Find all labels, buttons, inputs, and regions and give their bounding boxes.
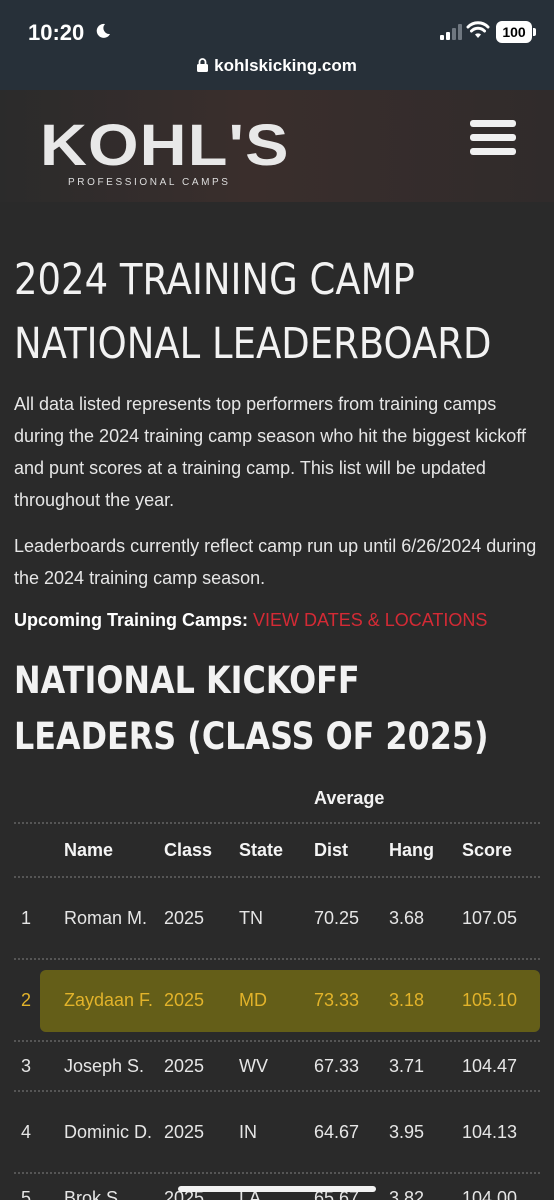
col-dist: Dist (314, 840, 349, 860)
url-bar[interactable]: kohlskicking.com (0, 56, 554, 76)
battery-icon: 100 (496, 21, 536, 43)
name-cell: Dominic D. (64, 1122, 153, 1142)
site-header: KOHL'S PROFESSIONAL CAMPS (0, 90, 554, 202)
status-time: 10:20 (28, 20, 85, 45)
intro-text: All data listed represents top performer… (14, 394, 526, 510)
section-title: NATIONAL KICKOFF LEADERS (CLASS OF 2025) (14, 659, 489, 758)
score-cell: 104.47 (462, 1056, 518, 1076)
hang-cell: 3.71 (389, 1056, 425, 1076)
wifi-icon (466, 21, 490, 38)
logo-subtitle: PROFESSIONAL CAMPS (68, 177, 231, 188)
update-note: Leaderboards currently reflect camp run … (14, 536, 537, 588)
hang-cell: 3.68 (389, 908, 425, 928)
dist-cell: 64.67 (314, 1122, 360, 1142)
class-cell: 2025 (164, 990, 205, 1010)
average-header: Average (314, 788, 385, 808)
score-cell: 104.00 (462, 1188, 518, 1200)
table-row: 1 Roman M. 2025 TN 70.25 3.68 107.05 (14, 878, 540, 960)
col-class: Class (164, 840, 213, 860)
cellular-signal-icon (440, 24, 462, 40)
table-row: 3 Joseph S. 2025 WV 67.33 3.71 104.47 (14, 1042, 540, 1092)
class-cell: 2025 (164, 1122, 205, 1142)
hamburger-menu-icon[interactable] (470, 120, 516, 160)
dist-cell: 73.33 (314, 990, 360, 1010)
view-dates-link[interactable]: VIEW DATES & LOCATIONS (253, 610, 487, 630)
logo[interactable]: KOHL'S (40, 112, 290, 179)
rank-cell: 2 (21, 990, 32, 1010)
state-cell: WV (239, 1056, 268, 1076)
table-row-highlighted: 2 Zaydaan F. 2025 MD 73.33 3.18 105.10 (14, 960, 540, 1042)
hang-cell: 3.82 (389, 1188, 425, 1200)
name-cell: Roman M. (64, 908, 148, 928)
browser-chrome: 10:20 100 kohlskicking.com (0, 0, 554, 90)
score-cell: 107.05 (462, 908, 518, 928)
dist-cell: 70.25 (314, 908, 360, 928)
page-title: 2024 TRAINING CAMP NATIONAL LEADERBOARD (14, 255, 492, 369)
score-cell: 105.10 (462, 990, 518, 1010)
hang-cell: 3.95 (389, 1122, 425, 1142)
col-state: State (239, 840, 284, 860)
state-cell: MD (239, 990, 267, 1010)
main-content: 2024 TRAINING CAMP NATIONAL LEADERBOARD … (14, 202, 540, 765)
score-cell: 104.13 (462, 1122, 518, 1142)
name-cell: Zaydaan F. (64, 990, 154, 1010)
class-cell: 2025 (164, 1056, 205, 1076)
kickoff-leaderboard-table: Average Name Class State Dist Hang Score… (14, 782, 540, 1200)
upcoming-camps: Upcoming Training Camps: VIEW DATES & LO… (14, 610, 540, 631)
rank-cell: 5 (21, 1188, 32, 1200)
state-cell: TN (239, 908, 263, 928)
class-cell: 2025 (164, 908, 205, 928)
table-group-header: Average (14, 782, 540, 824)
col-score: Score (462, 840, 513, 860)
moon-icon (96, 23, 110, 38)
upcoming-label: Upcoming Training Camps: (14, 610, 249, 630)
lock-icon (197, 58, 209, 72)
dist-cell: 67.33 (314, 1056, 360, 1076)
rank-cell: 4 (21, 1122, 32, 1142)
name-cell: Brok S. (64, 1188, 124, 1200)
home-indicator[interactable] (178, 1186, 376, 1192)
hang-cell: 3.18 (389, 990, 425, 1010)
state-cell: IN (239, 1122, 257, 1142)
table-header-row: Name Class State Dist Hang Score (14, 824, 540, 878)
url-text: kohlskicking.com (214, 56, 357, 75)
rank-cell: 1 (21, 908, 32, 928)
col-name: Name (64, 840, 114, 860)
col-hang: Hang (389, 840, 434, 860)
name-cell: Joseph S. (64, 1056, 145, 1076)
table-row: 4 Dominic D. 2025 IN 64.67 3.95 104.13 (14, 1092, 540, 1174)
rank-cell: 3 (21, 1056, 32, 1076)
